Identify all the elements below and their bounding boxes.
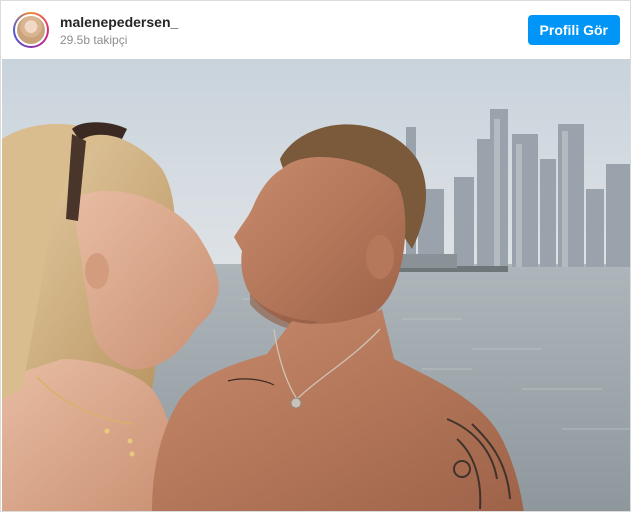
post-header: malenepedersen_ 29.5b takipçi Profili Gö… — [1, 1, 630, 59]
follower-count: 29.5b takipçi — [60, 32, 128, 47]
username-link[interactable]: malenepedersen_ — [60, 13, 178, 31]
view-profile-button[interactable]: Profili Gör — [527, 15, 620, 45]
instagram-embed: malenepedersen_ 29.5b takipçi Profili Gö… — [0, 0, 631, 512]
user-meta: malenepedersen_ 29.5b takipçi — [60, 13, 178, 48]
beach-couple-photo — [2, 59, 630, 511]
avatar[interactable] — [13, 12, 49, 48]
avatar-image — [15, 14, 47, 46]
post-photo[interactable] — [2, 59, 630, 511]
